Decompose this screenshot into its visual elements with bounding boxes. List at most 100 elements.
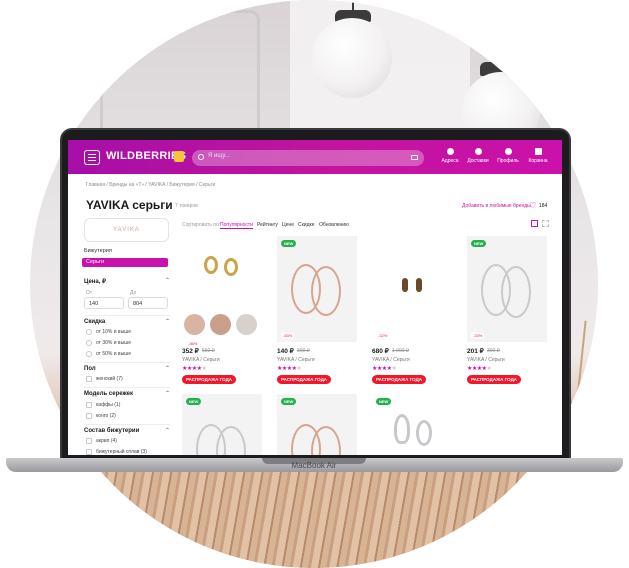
- product-rating-stars: ★★★★★: [277, 366, 302, 372]
- radio-button[interactable]: [86, 340, 92, 346]
- search-input[interactable]: Я ищу...: [192, 150, 424, 166]
- earring-gold: [224, 258, 238, 276]
- product-image[interactable]: NEW -53%: [277, 236, 357, 342]
- breadcrumb[interactable]: Главная / Бренды на «Т» / YAVIKA / Бижут…: [86, 182, 215, 188]
- product-old-price: 550 ₽: [202, 348, 215, 354]
- price-to-input[interactable]: 804: [128, 297, 168, 309]
- nav-profile[interactable]: Профиль: [494, 148, 522, 164]
- chevron-up-icon[interactable]: ⌃: [165, 318, 170, 325]
- filter-option[interactable]: женский (7): [96, 376, 123, 382]
- search-icon: [198, 154, 204, 160]
- model-thumb[interactable]: [184, 314, 205, 335]
- product-price: 352 ₽: [182, 348, 199, 355]
- add-favorite-brand-link[interactable]: Добавить в любимые бренды: [462, 203, 531, 209]
- model-thumb[interactable]: [210, 314, 231, 335]
- cart-icon: [534, 148, 542, 155]
- product-image[interactable]: NEW: [182, 394, 262, 455]
- grid-view-icon[interactable]: [531, 220, 538, 227]
- filter-price-title[interactable]: Цена, ₽: [84, 278, 106, 285]
- filter-option[interactable]: от 50% и выше: [96, 351, 131, 357]
- laptop-model-label: MacBook Air: [291, 461, 337, 470]
- product-image[interactable]: NEW -33%: [467, 236, 547, 342]
- filter-material-title[interactable]: Состав бижутерии: [84, 428, 139, 434]
- checkbox[interactable]: [86, 449, 92, 455]
- radio-button[interactable]: [86, 329, 92, 335]
- chevron-up-icon[interactable]: ⌃: [165, 390, 170, 397]
- new-badge: NEW: [471, 240, 487, 247]
- dried-plant: [570, 320, 587, 461]
- filter-option[interactable]: от 30% и выше: [96, 340, 131, 346]
- filter-option[interactable]: каффы (1): [96, 402, 120, 408]
- model-thumb[interactable]: [236, 314, 257, 335]
- sale-badge: РАСПРОДАЖА ГОДА: [277, 375, 332, 384]
- nav-label: Адреса: [441, 158, 459, 164]
- earring-gold: [204, 256, 218, 274]
- menu-burger-icon[interactable]: [84, 150, 100, 165]
- nav-cart[interactable]: Корзина: [524, 148, 552, 164]
- promo-stage: WILDBERRIES Я ищу... Адреса Доставки Про…: [0, 0, 629, 568]
- snake-ring: [416, 420, 432, 446]
- camera-icon[interactable]: [411, 155, 418, 160]
- product-old-price: 300 ₽: [487, 348, 500, 354]
- chevron-up-icon[interactable]: ⌃: [165, 427, 170, 434]
- new-badge: NEW: [376, 398, 392, 405]
- chevron-up-icon[interactable]: ⌃: [165, 277, 170, 284]
- filter-option[interactable]: от 10% и выше: [96, 329, 131, 335]
- filter-discount-title[interactable]: Скидка: [84, 319, 105, 325]
- hoop-earring: [311, 266, 341, 316]
- sort-discount[interactable]: Скидке: [298, 222, 315, 228]
- sidebar-category[interactable]: Бижутерия: [84, 248, 112, 254]
- new-badge: NEW: [281, 240, 297, 247]
- filter-option[interactable]: акрил (4): [96, 438, 117, 444]
- brand-logo-text: YAVIKA: [113, 227, 140, 233]
- nav-label: Профиль: [497, 158, 519, 164]
- heart-icon[interactable]: ♡: [529, 202, 536, 210]
- product-brand[interactable]: YAVIKA / Серьги: [372, 357, 410, 363]
- price-from-input[interactable]: 140: [84, 297, 124, 309]
- filter-option[interactable]: бижутерный сплав (3): [96, 449, 147, 455]
- logo-bag-icon: [174, 151, 184, 162]
- product-price: 680 ₽: [372, 348, 389, 355]
- discount-badge: -36%: [186, 340, 200, 347]
- brand-logo-card[interactable]: YAVIKA: [84, 218, 169, 242]
- search-placeholder: Я ищу...: [208, 153, 230, 159]
- divider: [84, 424, 170, 425]
- filter-gender-title[interactable]: Пол: [84, 366, 96, 372]
- checkbox[interactable]: [86, 376, 92, 382]
- product-image[interactable]: -36%: [182, 236, 262, 347]
- page-title: YAVIKA серьги: [86, 198, 173, 212]
- checkbox[interactable]: [86, 413, 92, 419]
- hoop-earring: [501, 266, 531, 318]
- checkbox[interactable]: [86, 402, 92, 408]
- sort-popularity[interactable]: Популярности: [220, 222, 254, 229]
- product-brand[interactable]: YAVIKA / Серьги: [182, 357, 220, 363]
- product-image[interactable]: -32%: [372, 236, 452, 342]
- sort-price[interactable]: Цене: [282, 222, 294, 228]
- radio-button[interactable]: [86, 351, 92, 357]
- filter-option[interactable]: конго (2): [96, 413, 116, 419]
- discount-badge: -53%: [281, 332, 295, 339]
- product-price: 140 ₽: [277, 348, 294, 355]
- product-brand[interactable]: YAVIKA / Серьги: [467, 357, 505, 363]
- filter-model-title[interactable]: Модель сережек: [84, 391, 133, 397]
- pendant-lamp: [312, 18, 392, 98]
- divider: [84, 315, 170, 316]
- pendant-lamp: [490, 32, 530, 72]
- chevron-up-icon[interactable]: ⌃: [165, 365, 170, 372]
- list-view-icon[interactable]: [542, 220, 549, 227]
- nav-deliveries[interactable]: Доставки: [464, 148, 492, 164]
- sidebar-selected-category[interactable]: Серьги: [82, 258, 168, 267]
- sort-rating[interactable]: Рейтингу: [257, 222, 278, 228]
- product-old-price: 300 ₽: [297, 348, 310, 354]
- checkbox[interactable]: [86, 438, 92, 444]
- product-image[interactable]: NEW: [372, 394, 452, 455]
- product-count: 7 товаров: [175, 203, 198, 209]
- product-brand[interactable]: YAVIKA / Серьги: [277, 357, 315, 363]
- drop-earring: [416, 278, 422, 292]
- sort-update[interactable]: Обновлению: [319, 222, 349, 228]
- sort-label: Сортировать по:: [182, 222, 221, 228]
- favorite-count: 184: [539, 203, 548, 209]
- product-image[interactable]: NEW: [277, 394, 357, 455]
- nav-label: Доставки: [467, 158, 489, 164]
- nav-addresses[interactable]: Адреса: [436, 148, 464, 164]
